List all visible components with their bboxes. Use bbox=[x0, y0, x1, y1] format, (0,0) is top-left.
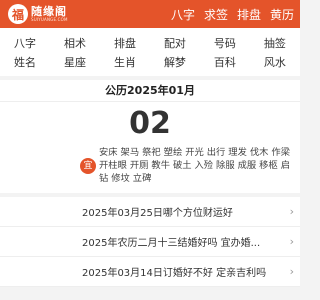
logo-name: 随缘阁 bbox=[31, 5, 67, 18]
header-nav-paipan[interactable]: 排盘 bbox=[237, 6, 261, 23]
category-item[interactable]: 抽签 bbox=[250, 34, 300, 53]
site-logo[interactable]: 福 随缘阁 SUIYUANGE.COM bbox=[8, 4, 68, 24]
logo-icon: 福 bbox=[8, 4, 28, 24]
yi-activities: 安床 架马 祭祀 塑绘 开光 出行 理发 伐木 作梁 开柱眼 开厕 教牛 破土 … bbox=[99, 147, 290, 184]
header-nav: 八字 求签 排盘 黄历 bbox=[162, 6, 294, 23]
calendar-day-number: 02 bbox=[129, 106, 171, 141]
category-item[interactable]: 星座 bbox=[50, 53, 100, 72]
category-item[interactable]: 姓名 bbox=[0, 53, 50, 72]
chevron-right-icon: › bbox=[289, 265, 294, 278]
logo-text: 随缘阁 SUIYUANGE.COM bbox=[31, 6, 68, 22]
category-item[interactable]: 号码 bbox=[200, 34, 250, 53]
article-item[interactable]: 2025年农历二月十三结婚好吗 宜办婚... › bbox=[0, 227, 300, 257]
calendar-card: 公历2025年01月 02 宜 安床 架马 祭祀 塑绘 开光 出行 理发 伐木 … bbox=[0, 80, 300, 193]
category-item[interactable]: 风水 bbox=[250, 53, 300, 72]
article-item[interactable]: 2025年03月25日哪个方位财运好 › bbox=[0, 197, 300, 227]
top-header: 福 随缘阁 SUIYUANGE.COM 八字 求签 排盘 黄历 bbox=[0, 0, 300, 28]
category-item[interactable]: 生肖 bbox=[100, 53, 150, 72]
logo-subtitle: SUIYUANGE.COM bbox=[31, 17, 68, 22]
category-item[interactable]: 配对 bbox=[150, 34, 200, 53]
category-grid: 八字 相术 排盘 配对 号码 抽签 姓名 星座 生肖 解梦 百科 风水 bbox=[0, 28, 300, 76]
header-nav-qiuqian[interactable]: 求签 bbox=[204, 6, 228, 23]
calendar-month-title: 公历2025年01月 bbox=[0, 80, 300, 102]
chevron-right-icon: › bbox=[289, 205, 294, 218]
article-title: 2025年农历二月十三结婚好吗 宜办婚... bbox=[82, 238, 261, 249]
article-title: 2025年03月14日订婚好不好 定亲吉利吗 bbox=[82, 268, 267, 279]
page: 福 随缘阁 SUIYUANGE.COM 八字 求签 排盘 黄历 八字 相术 排盘… bbox=[0, 0, 300, 300]
header-nav-bazi[interactable]: 八字 bbox=[171, 6, 195, 23]
category-item[interactable]: 相术 bbox=[50, 34, 100, 53]
category-item[interactable]: 排盘 bbox=[100, 34, 150, 53]
article-item[interactable]: 2025年03月14日订婚好不好 定亲吉利吗 › bbox=[0, 257, 300, 287]
header-nav-huangli[interactable]: 黄历 bbox=[270, 6, 294, 23]
category-item[interactable]: 百科 bbox=[200, 53, 250, 72]
article-list: 2025年03月25日哪个方位财运好 › 2025年农历二月十三结婚好吗 宜办婚… bbox=[0, 197, 300, 287]
category-item[interactable]: 八字 bbox=[0, 34, 50, 53]
yi-badge: 宜 bbox=[80, 157, 96, 174]
chevron-right-icon: › bbox=[289, 235, 294, 248]
category-item[interactable]: 解梦 bbox=[150, 53, 200, 72]
yi-row: 宜 安床 架马 祭祀 塑绘 开光 出行 理发 伐木 作梁 开柱眼 开厕 教牛 破… bbox=[0, 146, 300, 185]
article-title: 2025年03月25日哪个方位财运好 bbox=[82, 208, 233, 219]
